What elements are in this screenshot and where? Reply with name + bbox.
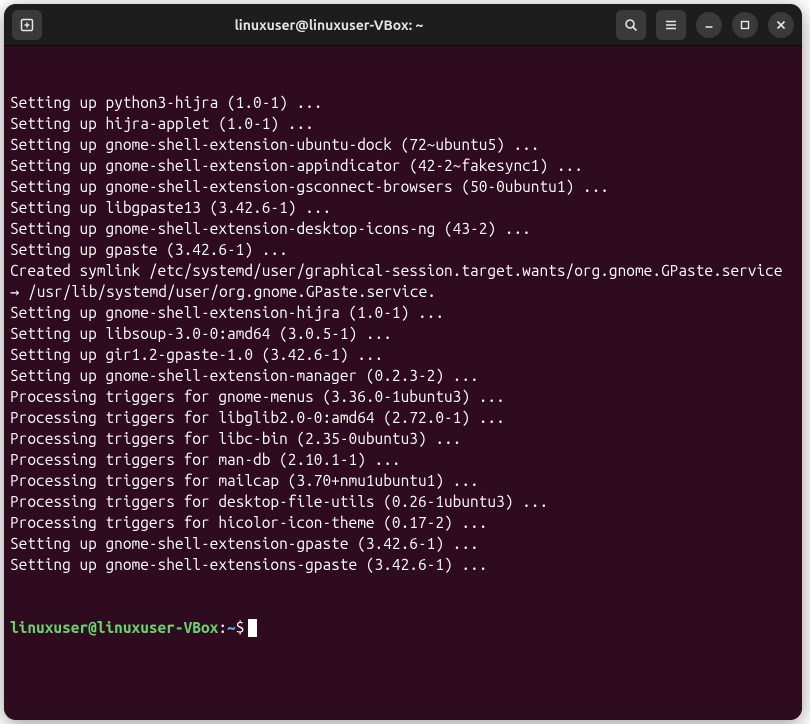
- prompt-userhost: linuxuser@linuxuser-VBox: [10, 617, 218, 638]
- output-line: Setting up gnome-shell-extension-appindi…: [10, 155, 796, 176]
- output-line: Processing triggers for mailcap (3.70+nm…: [10, 470, 796, 491]
- output-line: Processing triggers for libglib2.0-0:amd…: [10, 407, 796, 428]
- hamburger-menu-button[interactable]: [656, 10, 686, 40]
- output-line: Setting up python3-hijra (1.0-1) ...: [10, 92, 796, 113]
- output-line: Setting up libsoup-3.0-0:amd64 (3.0.5-1)…: [10, 323, 796, 344]
- search-icon: [623, 17, 639, 33]
- minimize-button[interactable]: [696, 12, 722, 38]
- minimize-icon: [703, 19, 715, 31]
- output-line: Processing triggers for libc-bin (2.35-0…: [10, 428, 796, 449]
- output-line: Processing triggers for desktop-file-uti…: [10, 491, 796, 512]
- cursor: [248, 619, 257, 637]
- new-tab-button[interactable]: [12, 10, 42, 40]
- output-line: Setting up gnome-shell-extension-ubuntu-…: [10, 134, 796, 155]
- output-line: Processing triggers for gnome-menus (3.3…: [10, 386, 796, 407]
- terminal-viewport[interactable]: Setting up python3-hijra (1.0-1) ...Sett…: [4, 46, 802, 720]
- search-button[interactable]: [616, 10, 646, 40]
- titlebar-right: [616, 10, 794, 40]
- prompt-dollar: $: [236, 617, 245, 638]
- prompt-line: linuxuser@linuxuser-VBox:~$: [10, 617, 796, 638]
- output-line: Setting up libgpaste13 (3.42.6-1) ...: [10, 197, 796, 218]
- output-line: Setting up gnome-shell-extension-manager…: [10, 365, 796, 386]
- maximize-icon: [739, 19, 751, 31]
- terminal-window: linuxuser@linuxuser-VBox: ~: [4, 4, 802, 720]
- terminal-output: Setting up python3-hijra (1.0-1) ...Sett…: [10, 92, 796, 575]
- output-line: Setting up gnome-shell-extension-hijra (…: [10, 302, 796, 323]
- titlebar-left: [12, 10, 42, 40]
- output-line: Setting up gpaste (3.42.6-1) ...: [10, 239, 796, 260]
- output-line: Setting up gir1.2-gpaste-1.0 (3.42.6-1) …: [10, 344, 796, 365]
- new-tab-icon: [19, 17, 35, 33]
- output-line: Setting up gnome-shell-extensions-gpaste…: [10, 554, 796, 575]
- output-line: Setting up gnome-shell-extension-gpaste …: [10, 533, 796, 554]
- output-line: Setting up hijra-applet (1.0-1) ...: [10, 113, 796, 134]
- output-line: Created symlink /etc/systemd/user/graphi…: [10, 260, 796, 302]
- prompt-colon: :: [218, 617, 227, 638]
- close-icon: [775, 19, 787, 31]
- close-button[interactable]: [768, 12, 794, 38]
- maximize-button[interactable]: [732, 12, 758, 38]
- titlebar: linuxuser@linuxuser-VBox: ~: [4, 4, 802, 46]
- output-line: Processing triggers for man-db (2.10.1-1…: [10, 449, 796, 470]
- prompt-path: ~: [227, 617, 236, 638]
- output-line: Setting up gnome-shell-extension-desktop…: [10, 218, 796, 239]
- output-line: Processing triggers for hicolor-icon-the…: [10, 512, 796, 533]
- window-title: linuxuser@linuxuser-VBox: ~: [42, 17, 616, 33]
- output-line: Setting up gnome-shell-extension-gsconne…: [10, 176, 796, 197]
- hamburger-icon: [663, 17, 679, 33]
